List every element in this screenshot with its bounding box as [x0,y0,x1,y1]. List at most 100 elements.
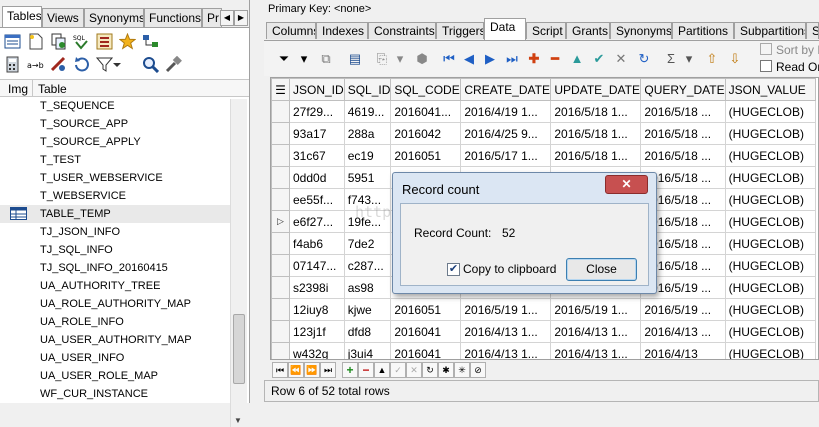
table-list-item[interactable]: T_SOURCE_APP [40,115,230,133]
table-cell[interactable]: 5951 [343,166,392,189]
column-header[interactable]: JSON_VALUE [724,78,816,101]
sql-icon[interactable]: SQL [73,33,90,50]
tab-more[interactable]: S [806,22,819,39]
table-cell[interactable]: (HUGECLOB) [724,100,816,123]
filter-dropdown-icon[interactable] [112,56,122,73]
tab-functions[interactable]: Functions [144,8,202,28]
table-cell[interactable]: kjwe [343,298,392,321]
column-header[interactable]: CREATE_DATE [460,78,552,101]
export-dropdown-icon[interactable]: ▾ [392,51,408,67]
new-object-icon[interactable] [27,33,44,50]
row-indicator[interactable] [271,298,290,321]
table-cell[interactable]: 2016/4/13 [640,342,726,359]
table-cell[interactable]: ee55f... [289,188,345,211]
table-cell[interactable]: (HUGECLOB) [724,298,816,321]
next-record-icon[interactable]: ▶ [482,51,498,67]
table-cell[interactable]: e6f27... [289,210,345,233]
row-indicator[interactable] [271,166,290,189]
tab-scroll-right-icon[interactable]: ▶ [234,10,248,26]
nav-refresh-icon[interactable]: ↻ [422,362,438,378]
table-cell[interactable]: as98 [343,276,392,299]
object-tree-icon[interactable] [142,33,159,50]
table-list-item[interactable]: TJ_SQL_INFO [40,241,230,259]
table-cell[interactable]: 2016/4/13 1... [550,342,642,359]
favorite-star-icon[interactable] [119,33,136,50]
table-cell[interactable]: 2016051 [390,298,462,321]
table-cell[interactable]: 2016/5/18 1... [550,122,642,145]
export-icon[interactable]: ⎘ [374,51,390,67]
tab-views[interactable]: Views [42,8,84,28]
close-icon[interactable]: ✕ [605,175,648,194]
readonly-checkbox[interactable] [760,60,772,72]
table-row[interactable]: 123j1f dfd8 2016041 2016/4/13 1... 2016/4/13… [271,320,816,343]
table-cell[interactable]: 7de2 [343,232,392,255]
tab-triggers[interactable]: Triggers [436,22,484,39]
nav-bookmark-icon[interactable]: ✱ [438,362,454,378]
tab-procedures[interactable]: Pr [202,8,222,28]
table-list-item[interactable]: T_SEQUENCE [40,97,230,115]
refresh-icon[interactable] [73,56,90,73]
sort-checkbox[interactable] [760,43,772,55]
table-row[interactable]: 12iuy8 kjwe 2016051 2016/5/19 1... 2016/5/19… [271,298,816,321]
table-cell[interactable]: (HUGECLOB) [724,342,816,359]
prior-record-icon[interactable]: ◀ [461,51,477,67]
table-list-item[interactable]: T_USER_WEBSERVICE [40,169,230,187]
column-header[interactable]: SQL_CODE [390,78,462,101]
single-record-view-icon[interactable]: ▤ [347,51,363,67]
table-list-item[interactable]: WF_CUR_INSTANCE [40,385,230,403]
table-list-item[interactable]: TABLE_TEMP [0,205,230,223]
sum-dropdown-icon[interactable]: ▾ [681,51,697,67]
last-record-icon[interactable]: ⏭ [504,51,520,67]
first-record-icon[interactable]: ⏮ [441,51,457,67]
table-list-item[interactable]: UA_AUTHORITY_TREE [40,277,230,295]
table-cell[interactable]: 2016/4/13 ... [640,320,726,343]
filter-icon[interactable]: ⏷ [276,51,292,67]
table-cell[interactable]: 2016/4/13 1... [550,320,642,343]
table-list-item[interactable]: TJ_SQL_INFO_20160415 [40,259,230,277]
filter-dropdown-icon[interactable]: ▾ [296,51,312,67]
table-cell[interactable]: 2016/5/19 1... [550,298,642,321]
column-header-img[interactable]: Img [8,82,28,96]
nav-post-icon[interactable]: ✓ [390,362,406,378]
nav-clear-bookmarks-icon[interactable]: ⊘ [470,362,486,378]
table-cell[interactable]: 2016/4/13 1... [460,342,552,359]
tab-synonyms-detail[interactable]: Synonyms [610,22,672,39]
column-header[interactable]: UPDATE_DATE [550,78,642,101]
table-list-scrollbar[interactable]: ▼ [230,99,247,427]
copy-to-clipboard-label[interactable]: Copy to clipboard [463,262,556,276]
table-list-item[interactable]: T_SOURCE_APPLY [40,133,230,151]
schema-icon[interactable] [96,33,113,50]
compile-icon[interactable] [50,56,67,73]
scrollbar-thumb[interactable] [233,314,245,384]
row-indicator[interactable] [271,342,290,359]
row-indicator[interactable] [271,122,290,145]
rename-icon[interactable]: a→b [27,56,44,73]
table-cell[interactable]: f4ab6 [289,232,345,255]
nav-delete-icon[interactable]: − [358,362,374,378]
table-cell[interactable]: 2016/5/17 1... [460,144,552,167]
tab-constraints[interactable]: Constraints [368,22,436,39]
edit-record-icon[interactable]: ▲ [569,51,585,67]
table-list-item[interactable]: UA_USER_INFO [40,349,230,367]
table-cell[interactable]: 2016/4/25 9... [460,122,552,145]
scroll-down-icon[interactable]: ▼ [234,416,242,425]
table-list-item[interactable]: T_WEBSERVICE [40,187,230,205]
tab-data[interactable]: Data [484,18,526,40]
commit-icon[interactable]: ⇧ [704,51,720,67]
table-cell[interactable]: 288a [343,122,392,145]
nav-edit-icon[interactable]: ▲ [374,362,390,378]
post-edit-icon[interactable]: ✔ [591,51,607,67]
table-cell[interactable]: 2016/5/18 ... [640,100,726,123]
table-cell[interactable]: 2016/5/18 ... [640,122,726,145]
table-list-item[interactable]: UA_ROLE_INFO [40,313,230,331]
table-cell[interactable]: 2016/5/18 1... [550,100,642,123]
close-button[interactable]: Close [566,258,637,281]
table-cell[interactable]: 12iuy8 [289,298,345,321]
table-cell[interactable]: (HUGECLOB) [724,144,816,167]
table-cell[interactable]: c287... [343,254,392,277]
table-list-item[interactable]: TJ_JSON_INFO [40,223,230,241]
table-cell[interactable]: (HUGECLOB) [724,166,816,189]
table-cell[interactable]: 07147... [289,254,345,277]
table-cell[interactable]: 2016/5/18 1... [550,144,642,167]
table-cell[interactable]: 2016/4/13 1... [460,320,552,343]
